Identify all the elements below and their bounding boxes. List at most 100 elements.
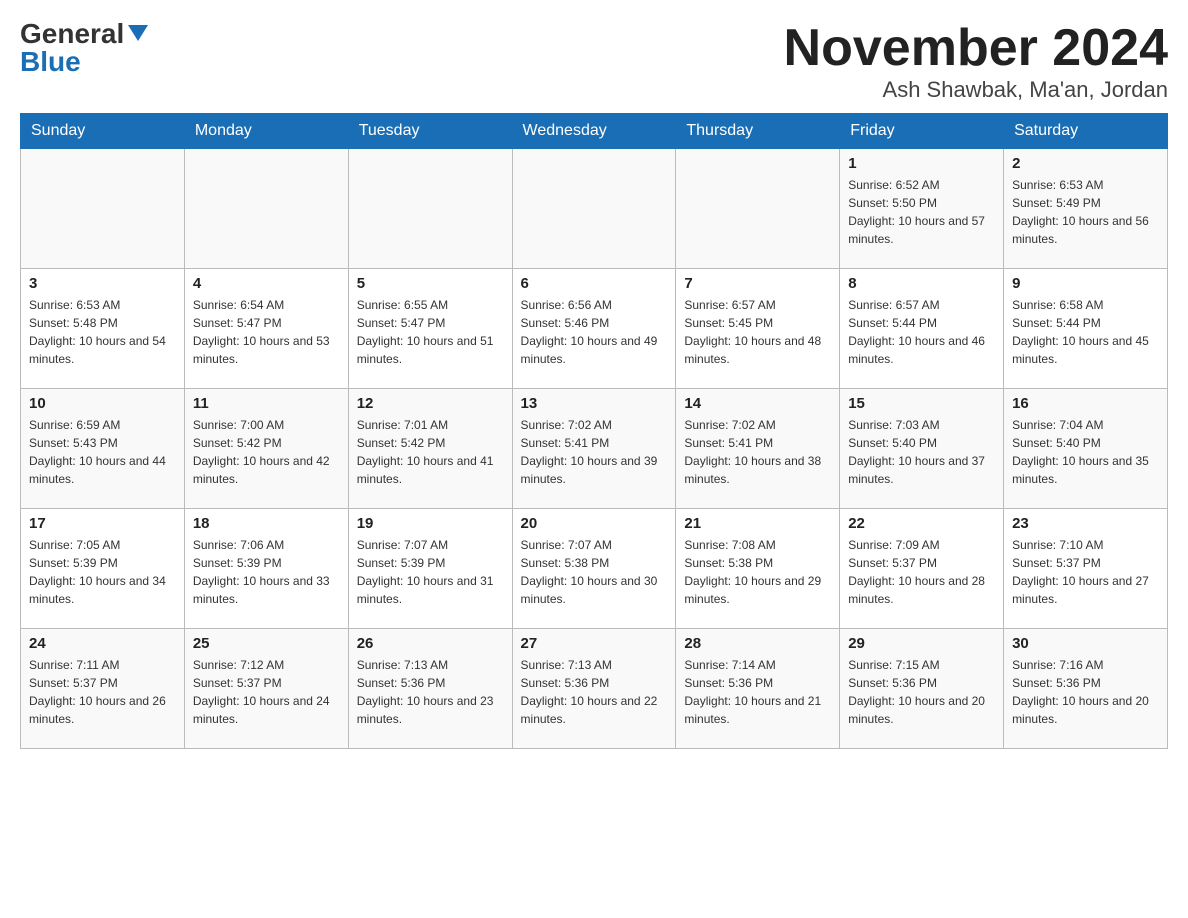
day-info: Sunrise: 7:09 AMSunset: 5:37 PMDaylight:…	[848, 536, 995, 608]
day-cell: 13 Sunrise: 7:02 AMSunset: 5:41 PMDaylig…	[512, 389, 676, 509]
day-number: 15	[848, 395, 995, 412]
day-info: Sunrise: 7:07 AMSunset: 5:39 PMDaylight:…	[357, 536, 504, 608]
title-block: November 2024 Ash Shawbak, Ma'an, Jordan	[784, 20, 1168, 103]
day-number: 8	[848, 275, 995, 292]
day-cell: 28 Sunrise: 7:14 AMSunset: 5:36 PMDaylig…	[676, 629, 840, 749]
day-number: 16	[1012, 395, 1159, 412]
day-info: Sunrise: 7:15 AMSunset: 5:36 PMDaylight:…	[848, 656, 995, 728]
day-info: Sunrise: 7:06 AMSunset: 5:39 PMDaylight:…	[193, 536, 340, 608]
week-row-1: 1 Sunrise: 6:52 AMSunset: 5:50 PMDayligh…	[21, 149, 1168, 269]
day-cell: 26 Sunrise: 7:13 AMSunset: 5:36 PMDaylig…	[348, 629, 512, 749]
day-info: Sunrise: 6:53 AMSunset: 5:48 PMDaylight:…	[29, 296, 176, 368]
day-cell: 6 Sunrise: 6:56 AMSunset: 5:46 PMDayligh…	[512, 269, 676, 389]
day-cell	[21, 149, 185, 269]
week-row-2: 3 Sunrise: 6:53 AMSunset: 5:48 PMDayligh…	[21, 269, 1168, 389]
day-info: Sunrise: 7:12 AMSunset: 5:37 PMDaylight:…	[193, 656, 340, 728]
month-title: November 2024	[784, 20, 1168, 77]
day-number: 27	[521, 635, 668, 652]
calendar-header-row: Sunday Monday Tuesday Wednesday Thursday…	[21, 114, 1168, 149]
day-number: 9	[1012, 275, 1159, 292]
day-info: Sunrise: 7:04 AMSunset: 5:40 PMDaylight:…	[1012, 416, 1159, 488]
day-number: 28	[684, 635, 831, 652]
header-sunday: Sunday	[21, 114, 185, 149]
day-number: 13	[521, 395, 668, 412]
day-cell: 15 Sunrise: 7:03 AMSunset: 5:40 PMDaylig…	[840, 389, 1004, 509]
day-number: 21	[684, 515, 831, 532]
day-cell: 27 Sunrise: 7:13 AMSunset: 5:36 PMDaylig…	[512, 629, 676, 749]
day-cell: 29 Sunrise: 7:15 AMSunset: 5:36 PMDaylig…	[840, 629, 1004, 749]
day-cell: 30 Sunrise: 7:16 AMSunset: 5:36 PMDaylig…	[1004, 629, 1168, 749]
day-number: 24	[29, 635, 176, 652]
day-cell: 5 Sunrise: 6:55 AMSunset: 5:47 PMDayligh…	[348, 269, 512, 389]
day-cell: 14 Sunrise: 7:02 AMSunset: 5:41 PMDaylig…	[676, 389, 840, 509]
day-cell: 10 Sunrise: 6:59 AMSunset: 5:43 PMDaylig…	[21, 389, 185, 509]
day-number: 6	[521, 275, 668, 292]
day-info: Sunrise: 7:05 AMSunset: 5:39 PMDaylight:…	[29, 536, 176, 608]
day-info: Sunrise: 6:52 AMSunset: 5:50 PMDaylight:…	[848, 176, 995, 248]
day-cell: 24 Sunrise: 7:11 AMSunset: 5:37 PMDaylig…	[21, 629, 185, 749]
day-number: 26	[357, 635, 504, 652]
day-cell: 8 Sunrise: 6:57 AMSunset: 5:44 PMDayligh…	[840, 269, 1004, 389]
page-header: General Blue November 2024 Ash Shawbak, …	[20, 20, 1168, 103]
day-info: Sunrise: 7:03 AMSunset: 5:40 PMDaylight:…	[848, 416, 995, 488]
logo-blue-text: Blue	[20, 48, 81, 76]
location-title: Ash Shawbak, Ma'an, Jordan	[784, 77, 1168, 103]
day-number: 17	[29, 515, 176, 532]
header-tuesday: Tuesday	[348, 114, 512, 149]
day-cell: 19 Sunrise: 7:07 AMSunset: 5:39 PMDaylig…	[348, 509, 512, 629]
day-number: 12	[357, 395, 504, 412]
day-number: 5	[357, 275, 504, 292]
header-wednesday: Wednesday	[512, 114, 676, 149]
day-number: 14	[684, 395, 831, 412]
day-number: 19	[357, 515, 504, 532]
day-info: Sunrise: 6:53 AMSunset: 5:49 PMDaylight:…	[1012, 176, 1159, 248]
day-info: Sunrise: 7:08 AMSunset: 5:38 PMDaylight:…	[684, 536, 831, 608]
logo: General Blue	[20, 20, 148, 76]
day-cell: 22 Sunrise: 7:09 AMSunset: 5:37 PMDaylig…	[840, 509, 1004, 629]
day-number: 22	[848, 515, 995, 532]
day-number: 3	[29, 275, 176, 292]
day-number: 10	[29, 395, 176, 412]
day-cell: 16 Sunrise: 7:04 AMSunset: 5:40 PMDaylig…	[1004, 389, 1168, 509]
day-cell	[184, 149, 348, 269]
day-info: Sunrise: 6:59 AMSunset: 5:43 PMDaylight:…	[29, 416, 176, 488]
logo-triangle-icon	[128, 25, 148, 41]
day-cell: 12 Sunrise: 7:01 AMSunset: 5:42 PMDaylig…	[348, 389, 512, 509]
day-cell: 21 Sunrise: 7:08 AMSunset: 5:38 PMDaylig…	[676, 509, 840, 629]
calendar-table: Sunday Monday Tuesday Wednesday Thursday…	[20, 113, 1168, 749]
day-info: Sunrise: 6:56 AMSunset: 5:46 PMDaylight:…	[521, 296, 668, 368]
day-info: Sunrise: 6:54 AMSunset: 5:47 PMDaylight:…	[193, 296, 340, 368]
day-info: Sunrise: 6:57 AMSunset: 5:45 PMDaylight:…	[684, 296, 831, 368]
day-number: 11	[193, 395, 340, 412]
day-number: 18	[193, 515, 340, 532]
day-cell: 7 Sunrise: 6:57 AMSunset: 5:45 PMDayligh…	[676, 269, 840, 389]
day-number: 1	[848, 155, 995, 172]
day-cell: 3 Sunrise: 6:53 AMSunset: 5:48 PMDayligh…	[21, 269, 185, 389]
day-cell: 23 Sunrise: 7:10 AMSunset: 5:37 PMDaylig…	[1004, 509, 1168, 629]
logo-general-text: General	[20, 20, 124, 48]
week-row-5: 24 Sunrise: 7:11 AMSunset: 5:37 PMDaylig…	[21, 629, 1168, 749]
day-cell: 11 Sunrise: 7:00 AMSunset: 5:42 PMDaylig…	[184, 389, 348, 509]
day-info: Sunrise: 7:11 AMSunset: 5:37 PMDaylight:…	[29, 656, 176, 728]
day-info: Sunrise: 7:13 AMSunset: 5:36 PMDaylight:…	[521, 656, 668, 728]
day-cell	[512, 149, 676, 269]
day-info: Sunrise: 6:57 AMSunset: 5:44 PMDaylight:…	[848, 296, 995, 368]
day-number: 23	[1012, 515, 1159, 532]
day-info: Sunrise: 7:02 AMSunset: 5:41 PMDaylight:…	[684, 416, 831, 488]
day-cell: 18 Sunrise: 7:06 AMSunset: 5:39 PMDaylig…	[184, 509, 348, 629]
day-cell	[676, 149, 840, 269]
day-info: Sunrise: 7:13 AMSunset: 5:36 PMDaylight:…	[357, 656, 504, 728]
day-info: Sunrise: 7:01 AMSunset: 5:42 PMDaylight:…	[357, 416, 504, 488]
day-info: Sunrise: 7:16 AMSunset: 5:36 PMDaylight:…	[1012, 656, 1159, 728]
day-cell: 9 Sunrise: 6:58 AMSunset: 5:44 PMDayligh…	[1004, 269, 1168, 389]
day-info: Sunrise: 7:07 AMSunset: 5:38 PMDaylight:…	[521, 536, 668, 608]
day-number: 30	[1012, 635, 1159, 652]
day-number: 20	[521, 515, 668, 532]
day-cell	[348, 149, 512, 269]
day-cell: 4 Sunrise: 6:54 AMSunset: 5:47 PMDayligh…	[184, 269, 348, 389]
week-row-3: 10 Sunrise: 6:59 AMSunset: 5:43 PMDaylig…	[21, 389, 1168, 509]
day-number: 29	[848, 635, 995, 652]
day-info: Sunrise: 7:00 AMSunset: 5:42 PMDaylight:…	[193, 416, 340, 488]
day-info: Sunrise: 6:58 AMSunset: 5:44 PMDaylight:…	[1012, 296, 1159, 368]
day-info: Sunrise: 6:55 AMSunset: 5:47 PMDaylight:…	[357, 296, 504, 368]
